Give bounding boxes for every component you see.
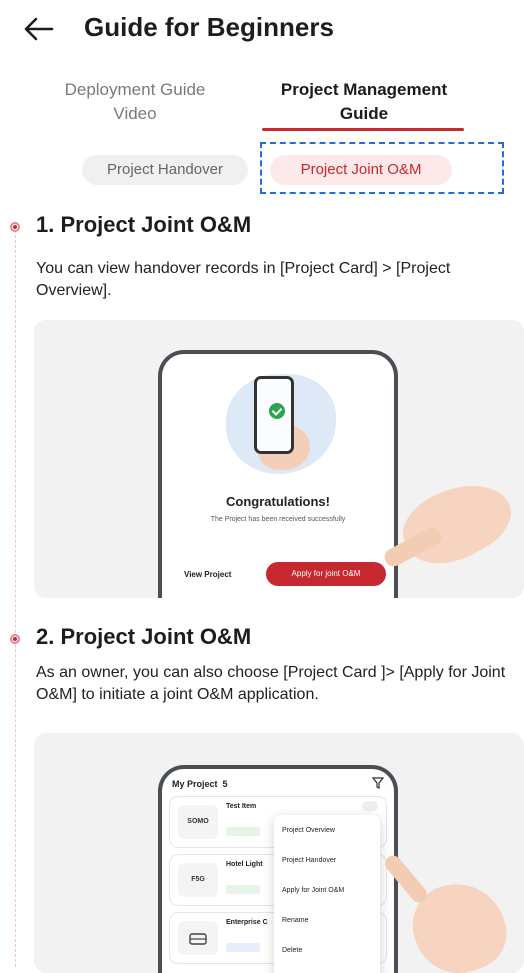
phone-mockup: Congratulations! The Project has been re… bbox=[158, 350, 398, 598]
subtab-project-handover[interactable]: Project Handover bbox=[82, 155, 248, 185]
project-name: Test Item bbox=[226, 803, 257, 810]
menu-item-apply-joint-om: Apply for Joint O&M bbox=[282, 887, 345, 894]
building-icon bbox=[189, 933, 207, 945]
phone-mockup: My Project 5 SOMO Test Item F5G Hotel Li… bbox=[158, 765, 398, 973]
status-badge bbox=[226, 827, 260, 836]
illustration-card: Congratulations! The Project has been re… bbox=[34, 320, 524, 598]
status-badge bbox=[226, 943, 260, 952]
illustration-card: My Project 5 SOMO Test Item F5G Hotel Li… bbox=[34, 733, 524, 973]
section-title: 2. Project Joint O&M bbox=[36, 624, 252, 649]
my-project-title: My Project 5 bbox=[172, 779, 228, 789]
section-title: 1. Project Joint O&M bbox=[36, 212, 252, 237]
project-logo: SOMO bbox=[178, 805, 218, 839]
apply-joint-om-button: Apply for joint O&M bbox=[266, 562, 386, 586]
highlight-box bbox=[260, 142, 504, 194]
active-tab-indicator bbox=[262, 128, 464, 131]
project-logo bbox=[178, 921, 218, 955]
timeline-dot bbox=[10, 634, 20, 644]
project-logo: F5G bbox=[178, 863, 218, 897]
hand-pointer-illustration bbox=[392, 466, 522, 580]
status-badge bbox=[226, 885, 260, 894]
menu-item-project-handover: Project Handover bbox=[282, 857, 337, 864]
menu-item-project-overview: Project Overview bbox=[282, 827, 335, 834]
section-description: As an owner, you can also choose [Projec… bbox=[36, 664, 506, 703]
tab-project-management-guide[interactable]: Project Management Guide bbox=[252, 78, 476, 126]
view-project-link: View Project bbox=[184, 570, 232, 579]
section-description: You can view handover records in [Projec… bbox=[36, 260, 451, 299]
menu-item-rename: Rename bbox=[282, 917, 309, 924]
congrats-title: Congratulations! bbox=[226, 494, 330, 509]
tab-deployment-guide-video[interactable]: Deployment Guide Video bbox=[40, 78, 230, 126]
menu-item-delete: Delete bbox=[282, 947, 303, 954]
timeline-line bbox=[15, 230, 16, 967]
congrats-subtitle: The Project has been received successful… bbox=[210, 516, 346, 523]
more-icon bbox=[362, 801, 378, 811]
page-title: Guide for Beginners bbox=[84, 12, 334, 42]
project-name: Hotel Light bbox=[226, 861, 263, 868]
check-icon bbox=[269, 403, 285, 419]
arrow-left-icon[interactable] bbox=[22, 14, 56, 44]
project-name: Enterprise C bbox=[226, 919, 268, 926]
phone-icon bbox=[254, 376, 294, 454]
timeline-dot bbox=[10, 222, 20, 232]
filter-icon bbox=[372, 777, 384, 789]
context-menu: Project Overview Project Handover Apply … bbox=[274, 815, 380, 973]
